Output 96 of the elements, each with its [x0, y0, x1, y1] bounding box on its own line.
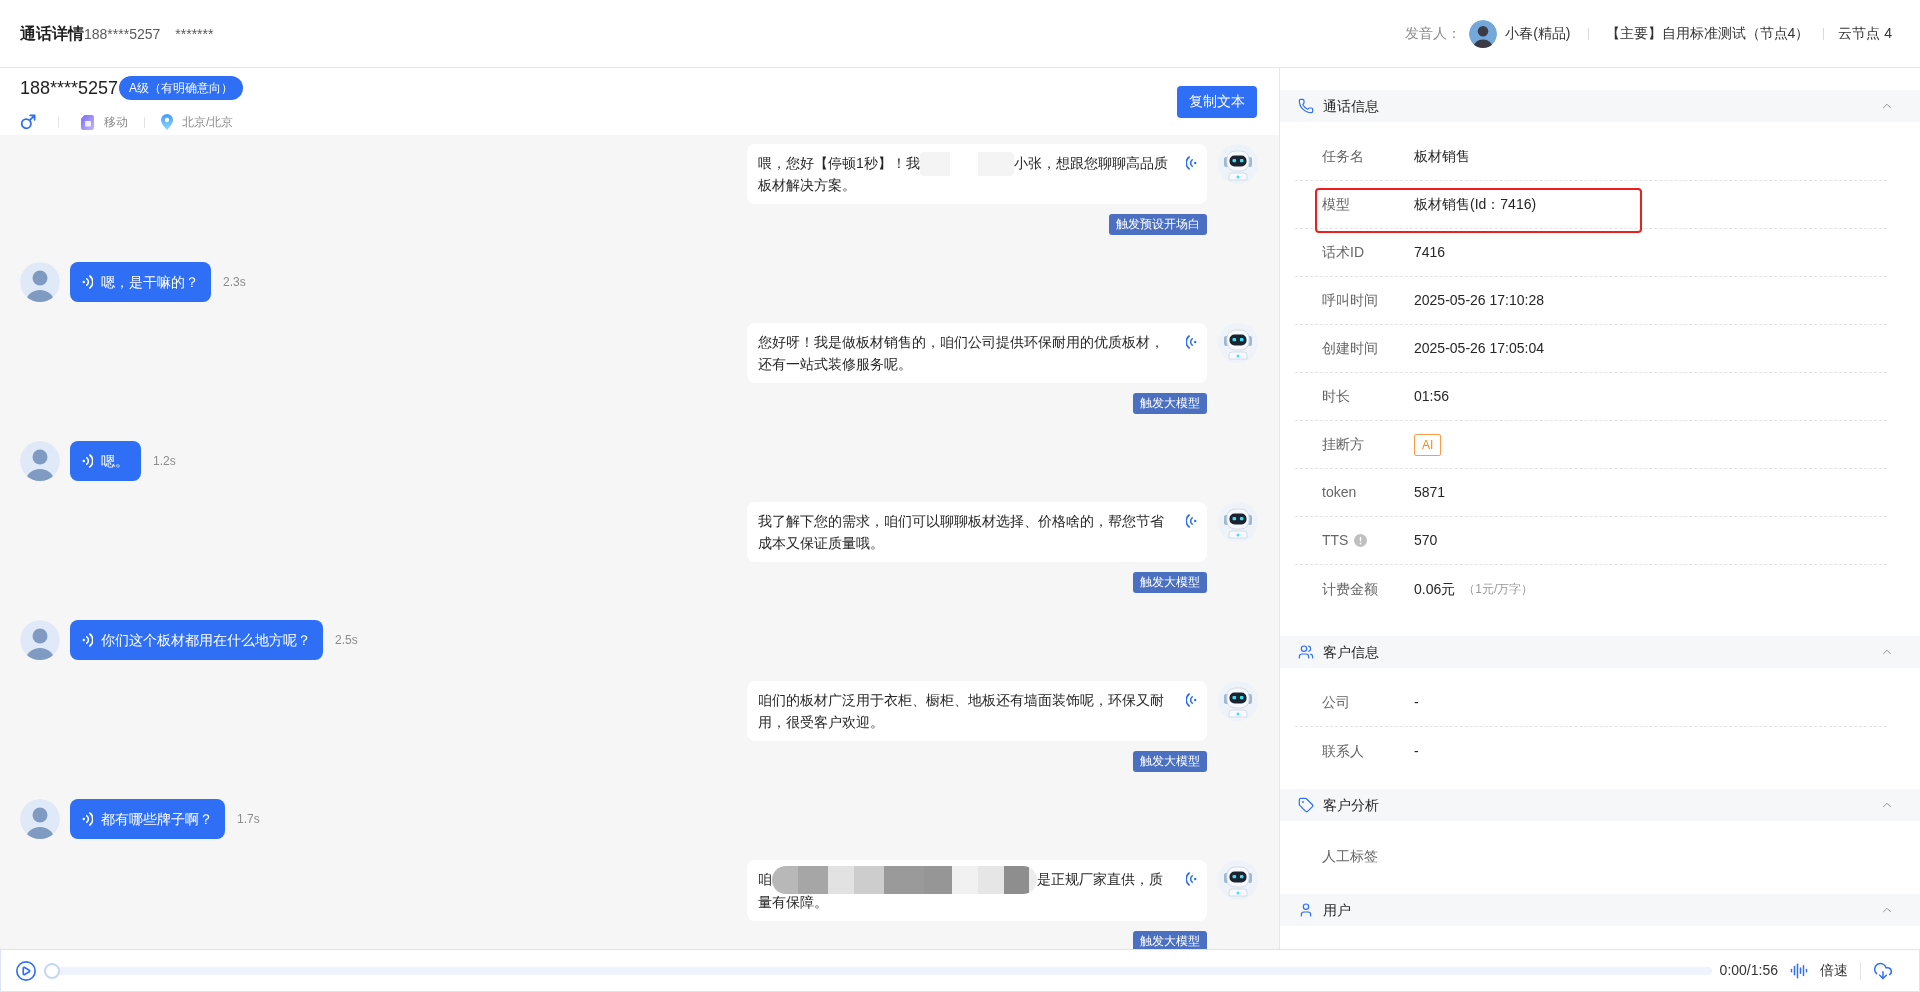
message-text: 您好呀！我是做板材销售的，咱们公司提供环保耐用的优质板材，还有一站式装修服务呢。	[758, 333, 1165, 374]
user-avatar	[20, 798, 60, 839]
download-icon[interactable]	[1873, 960, 1893, 981]
message-text: 咱们的板材广泛用于衣柜、橱柜、地板还有墙面装饰呢，环保又耐用，很受客户欢迎。	[758, 691, 1165, 732]
progress-thumb[interactable]	[44, 962, 60, 979]
section-header[interactable]: 客户分析	[1280, 789, 1920, 821]
copy-text-button[interactable]: 复制文本	[1177, 85, 1257, 118]
carrier-name: 移动	[104, 114, 128, 131]
field-label: 模型	[1322, 195, 1350, 214]
field-value: 2025-05-26 17:10:28	[1414, 291, 1544, 310]
message-text: 咱 是正规厂家直供，质量有保障。	[758, 868, 1174, 914]
user-avatar	[20, 261, 60, 302]
speech-duration: 2.3s	[223, 273, 246, 291]
user-avatar	[20, 619, 60, 660]
field-value: 0.06元	[1414, 579, 1456, 599]
voice-play-icon[interactable]	[1186, 872, 1197, 886]
speaker-name: 小春(精品)	[1505, 24, 1571, 43]
sim-card-icon	[81, 114, 94, 130]
field-label: TTS	[1322, 531, 1349, 550]
field-label: 联系人	[1322, 741, 1364, 761]
section-header[interactable]: 通话信息	[1280, 90, 1920, 122]
section-title: 客户分析	[1323, 795, 1379, 815]
voice-play-icon[interactable]	[1186, 335, 1197, 349]
phone-icon	[1298, 98, 1314, 114]
user-icon	[1298, 902, 1314, 918]
field-label: 公司	[1322, 693, 1350, 712]
field-label: 话术ID	[1322, 243, 1364, 262]
robot-avatar	[1218, 502, 1258, 542]
field-value: 7416	[1414, 243, 1446, 262]
trigger-tag: 触发大模型	[1133, 931, 1207, 949]
voice-play-icon[interactable]	[1186, 156, 1197, 170]
customer-phone: 188****5257	[20, 77, 119, 100]
field-label: 任务名	[1322, 147, 1364, 166]
masked-name: *******	[175, 24, 214, 44]
field-label: token	[1322, 483, 1357, 502]
field-label: 人工标签	[1322, 846, 1378, 866]
section-title: 客户信息	[1323, 642, 1379, 662]
field-value: 01:56	[1414, 387, 1450, 406]
voice-play-icon[interactable]	[82, 453, 93, 468]
field-label: 创建时间	[1322, 339, 1378, 358]
field-label: 计费金额	[1322, 579, 1378, 599]
speech-duration: 1.7s	[237, 810, 260, 828]
line-name: 【主要】自用标准测试（节点4）	[1605, 24, 1810, 43]
robot-avatar	[1218, 681, 1258, 721]
node-name: 云节点 4	[1838, 24, 1892, 43]
speech-duration: 1.2s	[153, 452, 176, 470]
speaker-label: 发音人：	[1405, 24, 1462, 43]
robot-avatar	[1218, 144, 1258, 184]
tag-icon	[1298, 797, 1314, 813]
trigger-tag: 触发大模型	[1133, 572, 1207, 593]
location-text: 北京/北京	[182, 114, 234, 131]
field-label: 挂断方	[1322, 435, 1364, 454]
speaker-avatar	[1469, 19, 1498, 48]
intent-grade-badge: A级（有明确意向）	[119, 76, 244, 100]
message-text: 嗯。	[101, 451, 129, 471]
field-label: 呼叫时间	[1322, 291, 1378, 310]
field-value: 570	[1414, 531, 1438, 550]
play-icon[interactable]	[15, 959, 37, 982]
male-icon	[20, 114, 36, 130]
playback-speed-button[interactable]: 倍速	[1820, 960, 1848, 981]
field-value: -	[1414, 693, 1419, 712]
trigger-tag: 触发预设开场白	[1109, 214, 1207, 235]
message-text: 嗯，是干嘛的？	[101, 272, 199, 292]
field-value: 板材销售	[1414, 147, 1470, 166]
field-value: 2025-05-26 17:05:04	[1414, 339, 1544, 358]
user-avatar	[20, 440, 60, 481]
robot-avatar	[1218, 323, 1258, 363]
message-text: 我了解下您的需求，咱们可以聊聊板材选择、价格啥的，帮您节省成本又保证质量哦。	[758, 512, 1165, 553]
voice-play-icon[interactable]	[1186, 693, 1197, 707]
map-pin-icon	[161, 114, 173, 130]
message-text: 喂，您好【停顿1秒】！我 小张，想跟您聊聊高品质板材解决方案。	[758, 152, 1174, 196]
voice-play-icon[interactable]	[82, 274, 93, 289]
price-note: （1元/万字）	[1463, 581, 1534, 598]
robot-avatar	[1218, 860, 1258, 900]
section-title: 通话信息	[1323, 96, 1379, 116]
phone-number: 188****5257	[84, 24, 161, 44]
field-value: 5871	[1414, 483, 1446, 502]
trigger-tag: 触发大模型	[1133, 393, 1207, 414]
voice-play-icon[interactable]	[82, 632, 93, 647]
status-tag: AI	[1414, 433, 1442, 456]
message-text: 你们这个板材都用在什么地方呢？	[101, 630, 311, 650]
voice-play-icon[interactable]	[82, 811, 93, 826]
field-value: -	[1414, 741, 1419, 761]
voice-play-icon[interactable]	[1186, 514, 1197, 528]
message-text: 都有哪些牌子啊？	[101, 809, 213, 829]
field-value: 板材销售(Id：7416)	[1414, 195, 1537, 214]
speech-duration: 2.5s	[335, 631, 358, 649]
waveform-icon[interactable]	[1790, 961, 1808, 980]
trigger-tag: 触发大模型	[1133, 751, 1207, 772]
playback-time: 0:00/1:56	[1719, 961, 1778, 980]
section-title: 用户	[1323, 900, 1351, 920]
users-icon	[1298, 644, 1314, 660]
section-header[interactable]: 用户	[1280, 894, 1920, 926]
section-header[interactable]: 客户信息	[1280, 636, 1920, 668]
field-label: 时长	[1322, 387, 1350, 406]
page-title: 通话详情	[20, 23, 84, 44]
